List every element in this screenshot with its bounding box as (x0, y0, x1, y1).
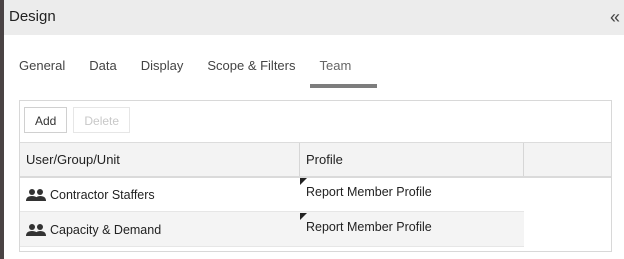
profile-cell[interactable]: Report Member Profile (300, 212, 524, 247)
tab-data[interactable]: Data (89, 58, 116, 86)
member-name-cell: Capacity & Demand (26, 212, 300, 247)
tab-bar: General Data Display Scope & Filters Tea… (19, 58, 377, 88)
add-button[interactable]: Add (24, 107, 68, 133)
member-name: Capacity & Demand (50, 222, 162, 237)
group-icon (26, 188, 46, 201)
column-header-user-group-unit[interactable]: User/Group/Unit (20, 143, 300, 176)
column-header-profile[interactable]: Profile (300, 143, 524, 176)
profile-value: Report Member Profile (306, 185, 432, 199)
profile-value: Report Member Profile (306, 220, 432, 234)
grid-toolbar: Add Delete (24, 107, 131, 133)
profile-cell[interactable]: Report Member Profile (300, 177, 524, 212)
tab-team[interactable]: Team (309, 58, 377, 88)
panel-header: Design « (4, 0, 624, 35)
window-edge (0, 0, 4, 259)
collapse-icon[interactable]: « (610, 7, 620, 27)
tab-general[interactable]: General (19, 58, 65, 86)
panel-title: Design (9, 8, 56, 25)
delete-button[interactable]: Delete (73, 107, 131, 133)
member-name: Contractor Staffers (50, 187, 155, 202)
table-header: User/Group/Unit Profile (20, 142, 611, 178)
tab-scope-filters[interactable]: Scope & Filters (207, 58, 295, 86)
table-row[interactable]: Contractor Staffers Report Member Profil… (20, 177, 524, 212)
column-header-empty (524, 143, 611, 176)
member-name-cell: Contractor Staffers (26, 177, 300, 212)
group-icon (26, 223, 46, 236)
tab-display[interactable]: Display (141, 58, 184, 86)
team-grid: Add Delete User/Group/Unit Profile Contr… (19, 100, 612, 252)
table-row[interactable]: Capacity & Demand Report Member Profile (20, 212, 524, 247)
